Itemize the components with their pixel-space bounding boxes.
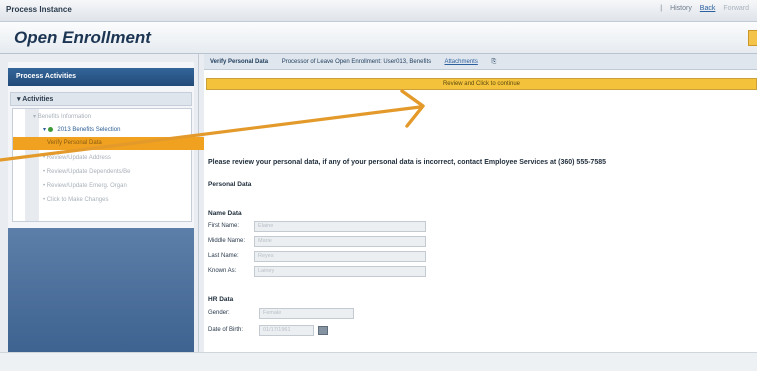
breadcrumb-current: Verify Personal Data — [210, 59, 269, 65]
history-link[interactable]: History — [670, 5, 692, 12]
gender-field[interactable]: Female — [259, 308, 354, 319]
middle-name-field[interactable]: Marie — [254, 236, 426, 247]
top-links: | History Back Forward — [660, 5, 749, 12]
forward-link[interactable]: Forward — [723, 5, 749, 12]
window-title: Process Instance — [6, 5, 72, 14]
calendar-icon[interactable] — [318, 326, 328, 335]
known-as-field[interactable]: Lainey — [254, 266, 426, 277]
activities-label: Activities — [22, 96, 54, 103]
tree-item-make-changes[interactable]: • Click to Make Changes — [13, 194, 221, 207]
bullet-icon: • — [43, 169, 46, 175]
main-content: Verify Personal Data Processor of Leave … — [204, 54, 757, 352]
page-title: Open Enrollment — [14, 28, 151, 47]
header-action-button[interactable] — [748, 30, 757, 46]
tree-item-benefits-selection[interactable]: ▾ 2013 Benefits Selection — [13, 124, 221, 137]
bullet-icon: • — [43, 183, 46, 189]
bullet-icon: • — [43, 197, 46, 203]
review-continue-button[interactable]: Review and Click to continue — [206, 78, 757, 90]
breadcrumb: Verify Personal Data Processor of Leave … — [204, 54, 757, 70]
triangle-down-icon: ▾ — [17, 96, 21, 103]
left-panel-background — [8, 228, 194, 352]
tree-item-update-dependents[interactable]: • Review/Update Dependents/Be — [13, 166, 221, 179]
bullet-icon: • — [43, 155, 46, 161]
activity-tree: ▾ Benefits Information ▾ 2013 Benefits S… — [12, 108, 225, 222]
date-of-birth-field[interactable]: 01/17/1961 — [259, 325, 314, 336]
activities-toggle[interactable]: ▾ Activities — [10, 92, 192, 106]
tree-item-benefits-information[interactable]: ▾ Benefits Information — [13, 111, 211, 124]
personal-data-heading: Personal Data — [208, 181, 252, 188]
middle-name-label: Middle Name: — [208, 238, 246, 244]
triangle-down-icon: ▾ — [33, 114, 37, 120]
hr-data-heading: HR Data — [208, 296, 234, 303]
known-as-label: Known As: — [208, 268, 237, 274]
first-name-label: First Name: — [208, 223, 240, 229]
last-name-label: Last Name: — [208, 253, 239, 259]
attachment-icon[interactable]: ⎘ — [492, 59, 497, 65]
tree-item-update-address[interactable]: • Review/Update Address — [13, 152, 221, 165]
date-of-birth-label: Date of Birth: — [208, 327, 244, 333]
process-activities-header: Process Activities — [8, 68, 194, 86]
left-panel: Process Activities ▾ Activities ▾ Benefi… — [8, 62, 225, 352]
breadcrumb-context: Processor of Leave Open Enrollment: User… — [281, 59, 432, 65]
first-name-field[interactable]: Elaine — [254, 221, 426, 232]
tree-item-update-emergency[interactable]: • Review/Update Emerg. Organ — [13, 180, 221, 193]
tree-item-verify-personal-data[interactable]: Verify Personal Data — [13, 137, 225, 150]
back-link[interactable]: Back — [700, 5, 716, 12]
attachments-link[interactable]: Attachments — [444, 59, 477, 65]
gender-label: Gender: — [208, 310, 230, 316]
app-header: Open Enrollment — [0, 22, 757, 54]
name-data-heading: Name Data — [208, 210, 242, 217]
status-bar — [0, 352, 757, 371]
triangle-down-icon: ▾ — [43, 127, 47, 133]
last-name-field[interactable]: Reyes — [254, 251, 426, 262]
instruction-text: Please review your personal data, if any… — [208, 159, 607, 166]
status-complete-icon — [47, 126, 53, 132]
top-toolbar: Process Instance | History Back Forward — [0, 0, 757, 22]
